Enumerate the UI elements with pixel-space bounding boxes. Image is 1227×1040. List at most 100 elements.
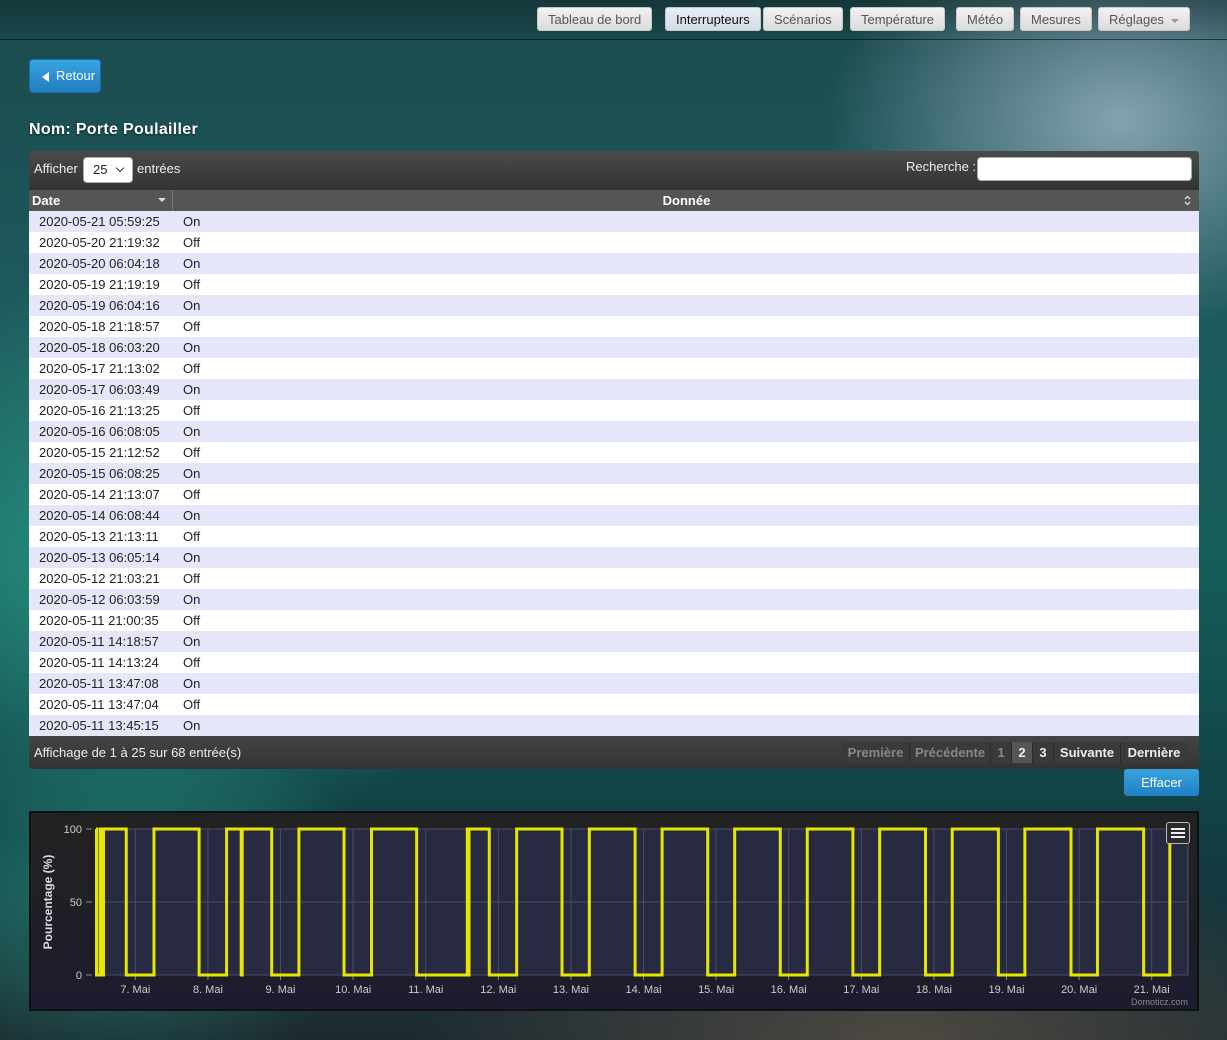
log-table-panel: Afficher 25 entrées Recherche : Date Don… — [29, 151, 1199, 769]
chevron-down-icon — [115, 163, 125, 173]
back-button-label: Retour — [56, 68, 96, 83]
column-header-date[interactable]: Date — [29, 190, 173, 211]
table-row: 2020-05-11 21:00:35 Off — [29, 610, 1199, 631]
cell-value: On — [183, 634, 201, 649]
cell-date: 2020-05-11 13:45:15 — [39, 718, 159, 733]
x-tick-label: 10. Mai — [335, 984, 371, 996]
nav-scenarios[interactable]: Scénarios — [763, 7, 843, 31]
x-tick-label: 21. Mai — [1134, 984, 1170, 996]
cell-value: On — [183, 340, 201, 355]
nav-temperature[interactable]: Température — [850, 7, 945, 31]
y-tick-label: 0 — [76, 970, 82, 982]
cell-value: On — [183, 214, 201, 229]
pagination-first[interactable]: Première — [842, 742, 910, 763]
table-row: 2020-05-18 21:18:57 Off — [29, 316, 1199, 337]
cell-date: 2020-05-11 13:47:04 — [39, 697, 159, 712]
table-row: 2020-05-19 21:19:19 Off — [29, 274, 1199, 295]
table-row: 2020-05-12 21:03:21 Off — [29, 568, 1199, 589]
cell-date: 2020-05-20 06:04:18 — [39, 256, 160, 271]
table-row: 2020-05-15 06:08:25 On — [29, 463, 1199, 484]
cell-value: On — [183, 424, 201, 439]
cell-value: Off — [183, 235, 201, 250]
pagination-page-1[interactable]: 1 — [991, 742, 1012, 763]
chart-svg: 0 50 100 7. Mai 8. Mai 9. Mai 10. Mai 11. Mai 12… — [41, 824, 1189, 1007]
back-button[interactable]: Retour — [29, 59, 101, 93]
table-row: 2020-05-21 05:59:25 On — [29, 211, 1199, 232]
pagination-page-2[interactable]: 2 — [1012, 742, 1033, 763]
cell-date: 2020-05-18 06:03:20 — [39, 340, 160, 355]
search-input[interactable] — [977, 157, 1192, 181]
cell-date: 2020-05-18 21:18:57 — [39, 319, 160, 334]
cell-value: On — [183, 382, 201, 397]
table-toolbar: Afficher 25 entrées Recherche : — [29, 151, 1199, 190]
cell-value: Off — [183, 319, 201, 334]
table-row: 2020-05-12 06:03:59 On — [29, 589, 1199, 610]
column-header-date-label: Date — [32, 193, 61, 208]
x-tick-label: 15. Mai — [698, 984, 734, 996]
cell-date: 2020-05-19 21:19:19 — [39, 277, 160, 292]
cell-value: Off — [183, 487, 201, 502]
cell-date: 2020-05-11 14:13:24 — [39, 655, 159, 670]
top-navigation: Tableau de bord Interrupteurs Scénarios … — [0, 0, 1227, 40]
nav-meteo[interactable]: Météo — [956, 7, 1015, 31]
x-tick-label: 17. Mai — [843, 984, 879, 996]
cell-value: On — [183, 298, 201, 313]
cell-value: Off — [183, 571, 201, 586]
x-tick-label: 7. Mai — [120, 984, 150, 996]
pagination-previous[interactable]: Précédente — [910, 742, 991, 763]
cell-date: 2020-05-11 21:00:35 — [39, 613, 159, 628]
table-row: 2020-05-11 13:45:15 On — [29, 715, 1199, 736]
column-header-donnee[interactable]: Donnée — [174, 190, 1199, 211]
pagination-next[interactable]: Suivante — [1054, 742, 1121, 763]
cell-value: Off — [183, 361, 201, 376]
cell-date: 2020-05-16 06:08:05 — [39, 424, 160, 439]
table-row: 2020-05-13 06:05:14 On — [29, 547, 1199, 568]
chart-credit: Domoticz.com — [1131, 997, 1188, 1007]
sort-both-icon — [1184, 195, 1191, 206]
chart-menu-button[interactable] — [1166, 822, 1190, 844]
cell-value: On — [183, 550, 201, 565]
cell-value: Off — [183, 529, 201, 544]
length-label: Afficher — [34, 161, 78, 176]
table-row: 2020-05-11 14:13:24 Off — [29, 652, 1199, 673]
menu-icon-bar — [1171, 836, 1185, 838]
nav-reglages-label: Réglages — [1109, 12, 1164, 27]
cell-date: 2020-05-20 21:19:32 — [39, 235, 160, 250]
table-row: 2020-05-11 13:47:08 On — [29, 673, 1199, 694]
cell-date: 2020-05-17 06:03:49 — [39, 382, 160, 397]
entries-per-page-select[interactable]: 25 — [83, 157, 133, 183]
table-row: 2020-05-13 21:13:11 Off — [29, 526, 1199, 547]
column-header-donnee-label: Donnée — [662, 193, 711, 208]
nav-tableau-de-bord[interactable]: Tableau de bord — [537, 7, 653, 31]
table-row: 2020-05-16 21:13:25 Off — [29, 400, 1199, 421]
nav-reglages[interactable]: Réglages — [1098, 7, 1190, 31]
cell-date: 2020-05-14 06:08:44 — [39, 508, 160, 523]
cell-value: On — [183, 718, 201, 733]
length-label-after: entrées — [137, 161, 181, 176]
cell-value: On — [183, 676, 201, 691]
caret-left-icon — [42, 72, 49, 82]
cell-date: 2020-05-12 06:03:59 — [39, 592, 160, 607]
table-header: Date Donnée — [29, 190, 1199, 211]
table-body: 2020-05-21 05:59:25 On 2020-05-20 21:19:32… — [29, 211, 1199, 736]
cell-date: 2020-05-17 21:13:02 — [39, 361, 160, 376]
cell-value: Off — [183, 445, 201, 460]
y-tick-label: 50 — [70, 897, 82, 909]
x-tick-label: 9. Mai — [266, 984, 296, 996]
table-row: 2020-05-14 21:13:07 Off — [29, 484, 1199, 505]
cell-date: 2020-05-11 14:18:57 — [39, 634, 159, 649]
pagination-page-3[interactable]: 3 — [1033, 742, 1054, 763]
menu-icon-bar — [1171, 828, 1185, 830]
table-row: 2020-05-16 06:08:05 On — [29, 421, 1199, 442]
cell-date: 2020-05-21 05:59:25 — [39, 214, 160, 229]
nav-mesures[interactable]: Mesures — [1020, 7, 1092, 31]
cell-value: Off — [183, 277, 201, 292]
x-tick-label: 14. Mai — [625, 984, 661, 996]
cell-value: On — [183, 592, 201, 607]
history-chart: 0 50 100 7. Mai 8. Mai 9. Mai 10. Mai 11. Mai 12… — [29, 811, 1199, 1011]
table-row: 2020-05-20 06:04:18 On — [29, 253, 1199, 274]
cell-date: 2020-05-15 21:12:52 — [39, 445, 160, 460]
pagination-last[interactable]: Dernière — [1121, 742, 1187, 763]
clear-button[interactable]: Effacer — [1124, 769, 1199, 796]
nav-interrupteurs[interactable]: Interrupteurs — [665, 7, 761, 31]
